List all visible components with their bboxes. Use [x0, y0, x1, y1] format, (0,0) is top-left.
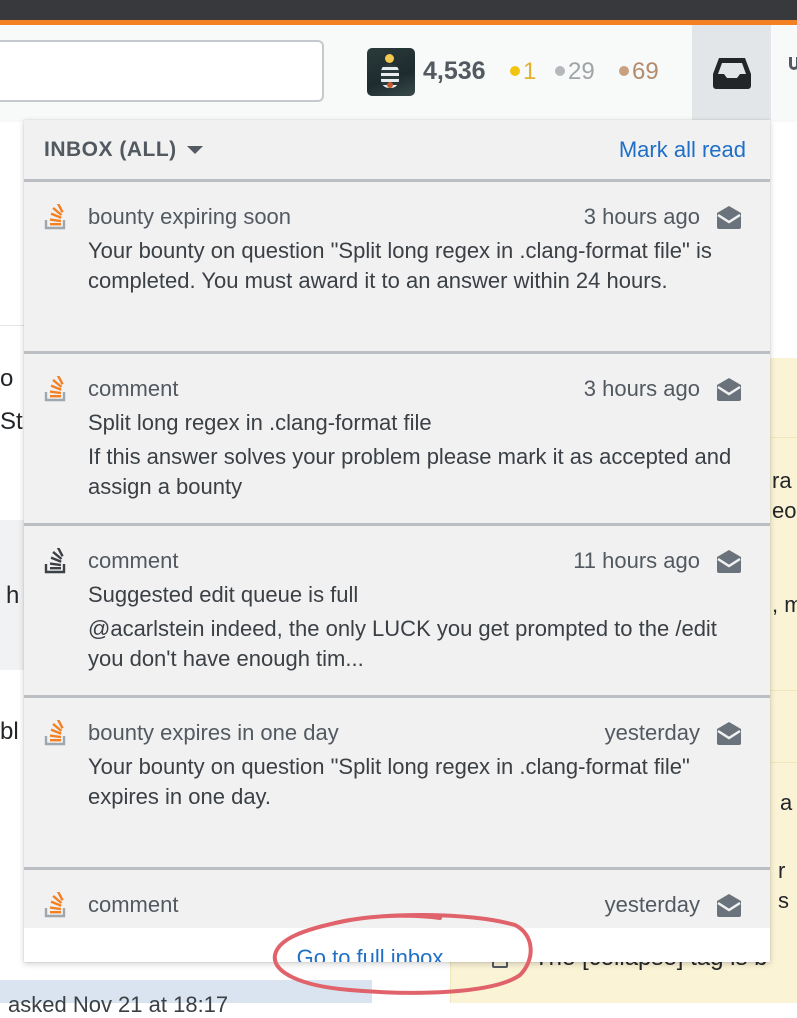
- stackoverflow-icon: [44, 376, 66, 402]
- achievements-icon[interactable]: [787, 55, 797, 77]
- background-divider: [0, 325, 24, 326]
- notification-type: comment: [88, 548, 179, 573]
- stackoverflow-icon: [44, 892, 66, 918]
- bronze-badge-count: 69: [619, 58, 659, 86]
- reputation-score[interactable]: 4,536: [423, 57, 486, 86]
- silver-badge-count: 29: [555, 58, 595, 86]
- stackoverflow-icon: [44, 204, 66, 230]
- bronze-badge-value: 69: [632, 58, 659, 85]
- mark-all-read-link[interactable]: Mark all read: [619, 137, 746, 163]
- avatar-detail: [387, 82, 393, 88]
- inbox-dropdown: INBOX (ALL) Mark all read bounty expirin…: [24, 120, 770, 962]
- inbox-button[interactable]: [692, 25, 771, 120]
- stackoverflow-icon: [44, 720, 66, 746]
- notification-title: Split long regex in .clang-format file: [88, 410, 432, 435]
- background-text-fragment: bl: [0, 718, 19, 745]
- bronze-badge-icon: [619, 65, 629, 76]
- silver-badge-value: 29: [568, 58, 595, 85]
- meta-stackoverflow-icon: [44, 548, 66, 574]
- background-asked-text: asked Nov 21 at 18:17: [8, 992, 229, 1017]
- site-header: 4,536 1 29 69: [0, 25, 797, 120]
- inbox-item[interactable]: bounty expiring soon 3 hours ago Your bo…: [24, 182, 770, 354]
- go-to-full-inbox-link[interactable]: Go to full inbox: [297, 945, 444, 962]
- inbox-item[interactable]: comment 11 hours ago Suggested edit queu…: [24, 526, 770, 698]
- background-divider: [770, 437, 797, 438]
- notification-time: 11 hours ago: [573, 548, 700, 573]
- notification-type: bounty expires in one day: [88, 720, 339, 745]
- gold-badge-value: 1: [523, 58, 537, 85]
- notification-time: yesterday: [604, 892, 700, 917]
- background-text-fragment: eo: [772, 498, 797, 523]
- notification-time: 3 hours ago: [583, 376, 700, 401]
- silver-badge-icon: [555, 65, 565, 76]
- background-divider: [770, 762, 797, 763]
- background-text-fragment: h: [6, 582, 20, 609]
- background-text-fragment: , m: [772, 592, 797, 617]
- envelope-open-icon[interactable]: [716, 892, 742, 918]
- notification-body: Your bounty on question "Split long rege…: [88, 238, 712, 293]
- envelope-open-icon[interactable]: [716, 204, 742, 230]
- notification-body: @acarlstein indeed, the only LUCK you ge…: [88, 616, 717, 671]
- background-text-fragment: a: [780, 790, 793, 815]
- background-text-fragment: St: [0, 408, 23, 435]
- user-avatar[interactable]: [367, 48, 415, 96]
- notification-type: comment: [88, 892, 179, 917]
- background-text-fragment: r: [778, 858, 786, 883]
- background-text-fragment: s: [778, 888, 789, 913]
- notification-body: Your bounty on question "Split long rege…: [88, 754, 690, 809]
- browser-top-bar: [0, 0, 797, 20]
- inbox-icon: [712, 57, 751, 89]
- notification-type: bounty expiring soon: [88, 204, 292, 229]
- search-input[interactable]: [0, 40, 324, 102]
- notification-title: Suggested edit queue is full: [88, 582, 359, 607]
- background-text-fragment: o: [0, 365, 14, 392]
- inbox-filter-dropdown[interactable]: INBOX (ALL): [44, 138, 203, 162]
- inbox-footer: Go to full inbox: [24, 928, 770, 962]
- background-divider: [770, 690, 797, 691]
- notification-body: If this answer solves your problem pleas…: [88, 444, 732, 499]
- notification-time: yesterday: [604, 720, 700, 745]
- background-text-fragment: ra: [772, 468, 792, 493]
- notification-type: comment: [88, 376, 179, 401]
- inbox-item[interactable]: bounty expires in one day yesterday Your…: [24, 698, 770, 870]
- envelope-open-icon[interactable]: [716, 376, 742, 402]
- envelope-open-icon[interactable]: [716, 548, 742, 574]
- gold-badge-icon: [510, 65, 520, 76]
- avatar-detail: [385, 54, 394, 63]
- gold-badge-count: 1: [510, 58, 536, 86]
- envelope-open-icon[interactable]: [716, 720, 742, 746]
- inbox-item[interactable]: comment 3 hours ago Split long regex in …: [24, 354, 770, 526]
- inbox-header: INBOX (ALL) Mark all read: [24, 120, 770, 182]
- notification-time: 3 hours ago: [583, 204, 700, 229]
- caret-down-icon: [186, 145, 203, 154]
- inbox-title: INBOX (ALL): [44, 137, 177, 161]
